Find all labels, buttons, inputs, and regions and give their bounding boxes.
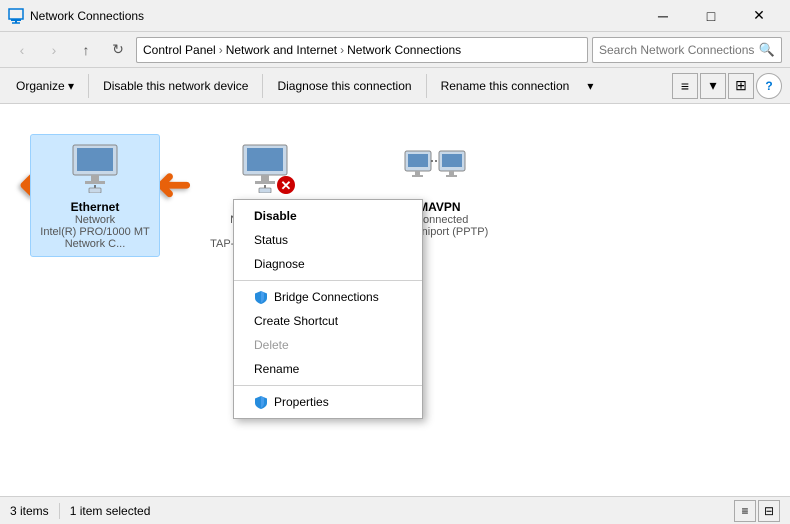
ethernet2-icon: ✕ bbox=[233, 141, 297, 196]
ctx-disable[interactable]: Disable bbox=[234, 204, 422, 228]
status-view-buttons: ≡ ⊟ bbox=[734, 500, 780, 522]
forward-button[interactable]: › bbox=[40, 36, 68, 64]
ethernet-icon bbox=[63, 141, 127, 196]
ctx-properties[interactable]: Properties bbox=[234, 390, 422, 414]
ctx-status[interactable]: Status bbox=[234, 228, 422, 252]
selected-count: 1 item selected bbox=[70, 504, 151, 518]
maximize-button[interactable]: □ bbox=[688, 0, 734, 32]
toolbar: Organize ▾ Disable this network device D… bbox=[0, 68, 790, 104]
ctx-diagnose[interactable]: Diagnose bbox=[234, 252, 422, 276]
up-button[interactable]: ↑ bbox=[72, 36, 100, 64]
status-view-list[interactable]: ≡ bbox=[734, 500, 756, 522]
disabled-overlay: ✕ bbox=[277, 176, 295, 194]
ethernet-driver: Intel(R) PRO/1000 MT Network C... bbox=[37, 226, 153, 250]
status-view-tiles[interactable]: ⊟ bbox=[758, 500, 780, 522]
item-count: 3 items bbox=[10, 504, 49, 518]
toolbar-separator-2 bbox=[262, 74, 263, 98]
disable-button[interactable]: Disable this network device bbox=[95, 72, 256, 100]
ctx-shortcut[interactable]: Create Shortcut bbox=[234, 309, 422, 333]
ethernet-info: Ethernet Network Intel(R) PRO/1000 MT Ne… bbox=[37, 200, 153, 250]
breadcrumb-sep1: › bbox=[219, 43, 223, 57]
rename-button[interactable]: Rename this connection bbox=[433, 72, 578, 100]
ethernet-name: Ethernet bbox=[37, 200, 153, 214]
ctx-delete[interactable]: Delete bbox=[234, 333, 422, 357]
status-bar: 3 items 1 item selected ≡ ⊟ bbox=[0, 496, 790, 524]
ctx-bridge[interactable]: Bridge Connections bbox=[234, 285, 422, 309]
minimize-button[interactable]: ─ bbox=[640, 0, 686, 32]
title-bar: Network Connections ─ □ ✕ bbox=[0, 0, 790, 32]
ethernet-status: Network bbox=[37, 214, 153, 226]
ctx-sep-1 bbox=[234, 280, 422, 281]
toolbar-separator-1 bbox=[88, 74, 89, 98]
breadcrumb-network-internet: Network and Internet bbox=[226, 43, 337, 57]
bridge-shield-icon bbox=[254, 290, 268, 304]
breadcrumb-network-connections: Network Connections bbox=[347, 43, 461, 57]
search-input[interactable] bbox=[599, 43, 759, 57]
window-controls: ─ □ ✕ bbox=[640, 0, 782, 32]
view-tiles-button[interactable]: ⊞ bbox=[728, 73, 754, 99]
properties-shield-icon bbox=[254, 395, 268, 409]
view-list-button[interactable]: ≡ bbox=[672, 73, 698, 99]
breadcrumb-control-panel: Control Panel bbox=[143, 43, 216, 57]
breadcrumb[interactable]: Control Panel › Network and Internet › N… bbox=[136, 37, 588, 63]
status-sep bbox=[59, 503, 60, 519]
toolbar-separator-3 bbox=[426, 74, 427, 98]
arrow-2: ➜ bbox=[155, 159, 192, 210]
ctx-sep-2 bbox=[234, 385, 422, 386]
ctx-rename[interactable]: Rename bbox=[234, 357, 422, 381]
diagnose-button[interactable]: Diagnose this connection bbox=[269, 72, 419, 100]
back-button[interactable]: ‹ bbox=[8, 36, 36, 64]
hmavpn-icon bbox=[403, 141, 467, 196]
window-title: Network Connections bbox=[30, 9, 640, 23]
search-box: 🔍 bbox=[592, 37, 782, 63]
ethernet-item[interactable]: Ethernet Network Intel(R) PRO/1000 MT Ne… bbox=[30, 134, 160, 257]
content-area: ➜ ➜ Ethernet Network Intel(R) PRO/1000 M… bbox=[0, 104, 790, 496]
context-menu: Disable Status Diagnose Bridge Connectio… bbox=[233, 199, 423, 419]
search-icon: 🔍 bbox=[759, 42, 775, 58]
more-button[interactable]: ▾ bbox=[579, 72, 601, 100]
refresh-button[interactable]: ↻ bbox=[104, 36, 132, 64]
view-buttons: ≡ ▾ ⊞ ? bbox=[672, 73, 782, 99]
organize-button[interactable]: Organize ▾ bbox=[8, 72, 82, 100]
address-bar: ‹ › ↑ ↻ Control Panel › Network and Inte… bbox=[0, 32, 790, 68]
breadcrumb-sep2: › bbox=[340, 43, 344, 57]
window-icon bbox=[8, 8, 24, 24]
close-button[interactable]: ✕ bbox=[736, 0, 782, 32]
help-button[interactable]: ? bbox=[756, 73, 782, 99]
view-dropdown-button[interactable]: ▾ bbox=[700, 73, 726, 99]
